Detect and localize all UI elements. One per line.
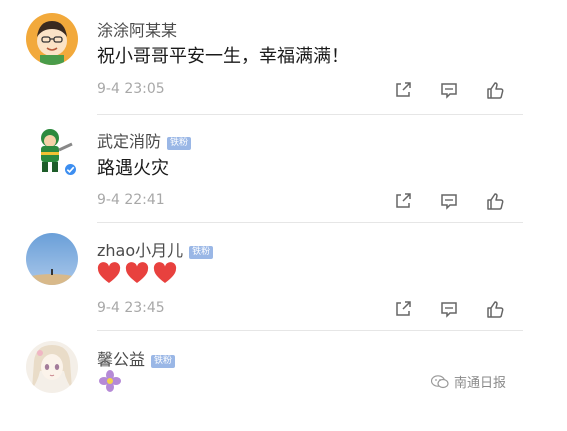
flower-icon	[99, 370, 121, 392]
heart-icon	[97, 262, 121, 283]
share-icon[interactable]	[393, 299, 413, 319]
username[interactable]: 武定消防 铁粉	[97, 128, 192, 152]
username-text[interactable]: 馨公益	[97, 350, 145, 369]
comment-emojis	[97, 262, 177, 284]
avatar[interactable]	[26, 13, 78, 65]
divider	[97, 114, 523, 115]
comment-actions	[393, 191, 505, 211]
share-icon[interactable]	[393, 191, 413, 211]
fan-badge: 铁粉	[167, 137, 192, 150]
timestamp: 9-4 22:41	[97, 192, 165, 208]
wechat-icon	[431, 374, 449, 388]
verified-badge	[63, 162, 78, 177]
like-icon[interactable]	[485, 191, 505, 211]
username-text[interactable]: 武定消防	[97, 132, 161, 151]
username-text[interactable]: 涂涂阿某某	[97, 21, 177, 40]
like-icon[interactable]	[485, 299, 505, 319]
comment-icon[interactable]	[439, 80, 459, 100]
share-icon[interactable]	[393, 80, 413, 100]
comment-icon[interactable]	[439, 191, 459, 211]
timestamp: 9-4 23:05	[97, 81, 165, 97]
username[interactable]: 涂涂阿某某	[97, 17, 177, 41]
divider	[97, 330, 523, 331]
comment-actions	[393, 299, 505, 319]
watermark-text: 南通日报	[454, 376, 507, 391]
watermark: 南通日报	[431, 372, 506, 391]
comment-actions	[393, 80, 505, 100]
username[interactable]: 馨公益 铁粉	[97, 346, 176, 370]
divider	[97, 222, 523, 223]
comment-text: 路遇火灾	[97, 158, 169, 179]
comment-icon[interactable]	[439, 299, 459, 319]
timestamp: 9-4 23:45	[97, 300, 165, 316]
username[interactable]: zhao小月儿 铁粉	[97, 237, 214, 261]
comment-text: 祝小哥哥平安一生，幸福满满！	[97, 46, 349, 67]
heart-icon	[153, 262, 177, 283]
avatar[interactable]	[26, 233, 78, 285]
avatar[interactable]	[26, 341, 78, 393]
username-text[interactable]: zhao小月儿	[97, 241, 183, 260]
like-icon[interactable]	[485, 80, 505, 100]
fan-badge: 铁粉	[189, 246, 214, 259]
heart-icon	[125, 262, 149, 283]
fan-badge: 铁粉	[151, 355, 176, 368]
